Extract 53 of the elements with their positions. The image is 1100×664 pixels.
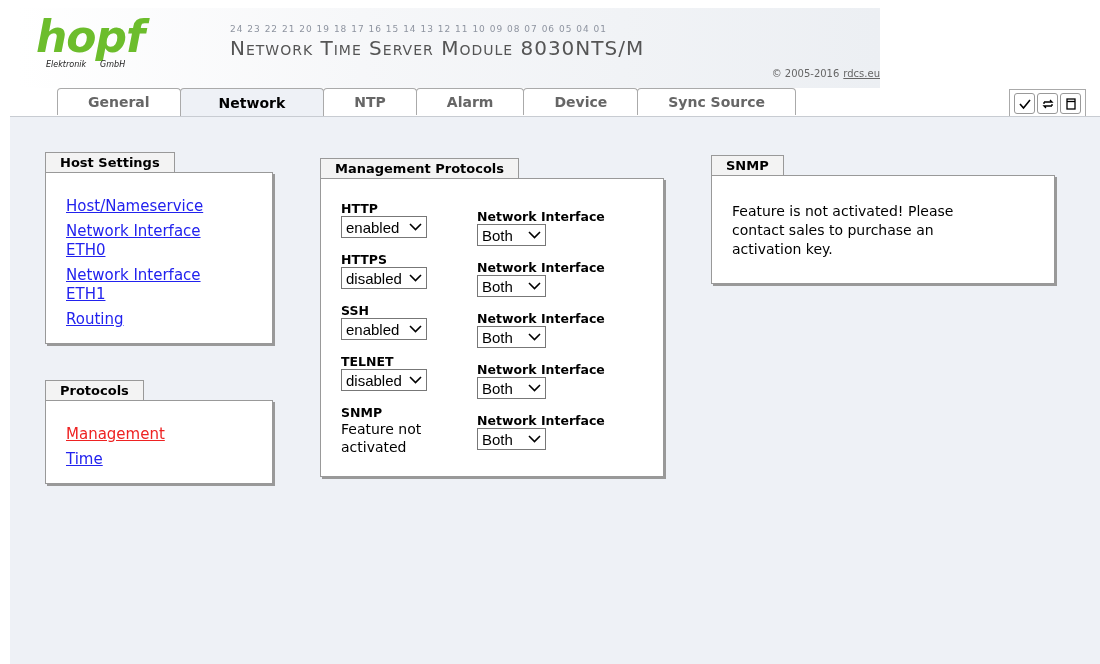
group-title: Management Protocols (320, 158, 520, 178)
status-dropdown[interactable]: disabled (341, 369, 427, 391)
interface-dropdown[interactable]: Both (477, 326, 546, 348)
chevron-down-icon (528, 384, 541, 392)
status-dropdown[interactable]: enabled (341, 318, 427, 340)
protocol-label: HTTP (341, 201, 379, 216)
interface-dropdown[interactable]: Both (477, 275, 546, 297)
interface-label: Network Interface (477, 362, 606, 377)
sidebar-link[interactable]: Management (66, 425, 216, 444)
sidebar-link[interactable]: Host/Nameservice (66, 197, 216, 216)
status-dropdown[interactable]: enabled (341, 216, 427, 238)
group-title: SNMP (711, 155, 784, 175)
sidebar-link[interactable]: Network Interface ETH1 (66, 266, 216, 304)
nav-tab[interactable]: Network (179, 88, 325, 116)
chevron-down-icon (528, 333, 541, 341)
nav-tab[interactable]: Sync Source (637, 88, 796, 115)
protocol-label: HTTPS (341, 252, 388, 267)
interface-dropdown[interactable]: Both (477, 428, 546, 450)
protocol-label: SSH (341, 303, 370, 318)
refresh-icon[interactable] (1037, 93, 1058, 114)
interface-label: Network Interface (477, 209, 606, 224)
sidebar-link[interactable]: Routing (66, 310, 216, 329)
chevron-down-icon (528, 282, 541, 290)
group-title: Host Settings (45, 152, 175, 172)
interface-dropdown[interactable]: Both (477, 377, 546, 399)
nav-tab[interactable]: General (57, 88, 181, 115)
chevron-down-icon (528, 231, 541, 239)
interface-label: Network Interface (477, 260, 606, 275)
copyright-link[interactable]: rdcs.eu (843, 68, 880, 79)
snmp-message: Feature is not activated! Please contact sales to purchase an activation key. (732, 202, 955, 259)
logo-wordmark: hopf (36, 14, 186, 60)
chevron-down-icon (409, 223, 422, 231)
checkmark-icon[interactable] (1014, 93, 1035, 114)
chevron-down-icon (409, 376, 422, 384)
interface-label: Network Interface (477, 311, 606, 326)
logo-subtitle: Elektronik (46, 60, 87, 69)
chevron-down-icon (409, 274, 422, 282)
logo-subtitle: GmbH (100, 60, 126, 69)
page-title: Network Time Server Module 8030NTS/M (230, 36, 646, 60)
group-title: Protocols (45, 380, 144, 400)
chevron-down-icon (528, 435, 541, 443)
status-dropdown[interactable]: disabled (341, 267, 427, 289)
page-icon[interactable] (1060, 93, 1081, 114)
sidebar-link[interactable]: Time (66, 450, 216, 469)
protocol-label: SNMP (341, 405, 384, 420)
hour-scale: 24 23 22 21 20 19 18 17 16 15 14 13 12 11 10 09 08 07 06 05 04 01 (230, 24, 609, 34)
copyright-text: © 2005-2016 (771, 68, 840, 79)
interface-dropdown[interactable]: Both (477, 224, 546, 246)
chevron-down-icon (409, 325, 422, 333)
sidebar-link[interactable]: Network Interface ETH0 (66, 222, 216, 260)
interface-label: Network Interface (477, 413, 606, 428)
protocol-label: TELNET (341, 354, 395, 369)
status-text: Feature not activated (341, 420, 423, 456)
